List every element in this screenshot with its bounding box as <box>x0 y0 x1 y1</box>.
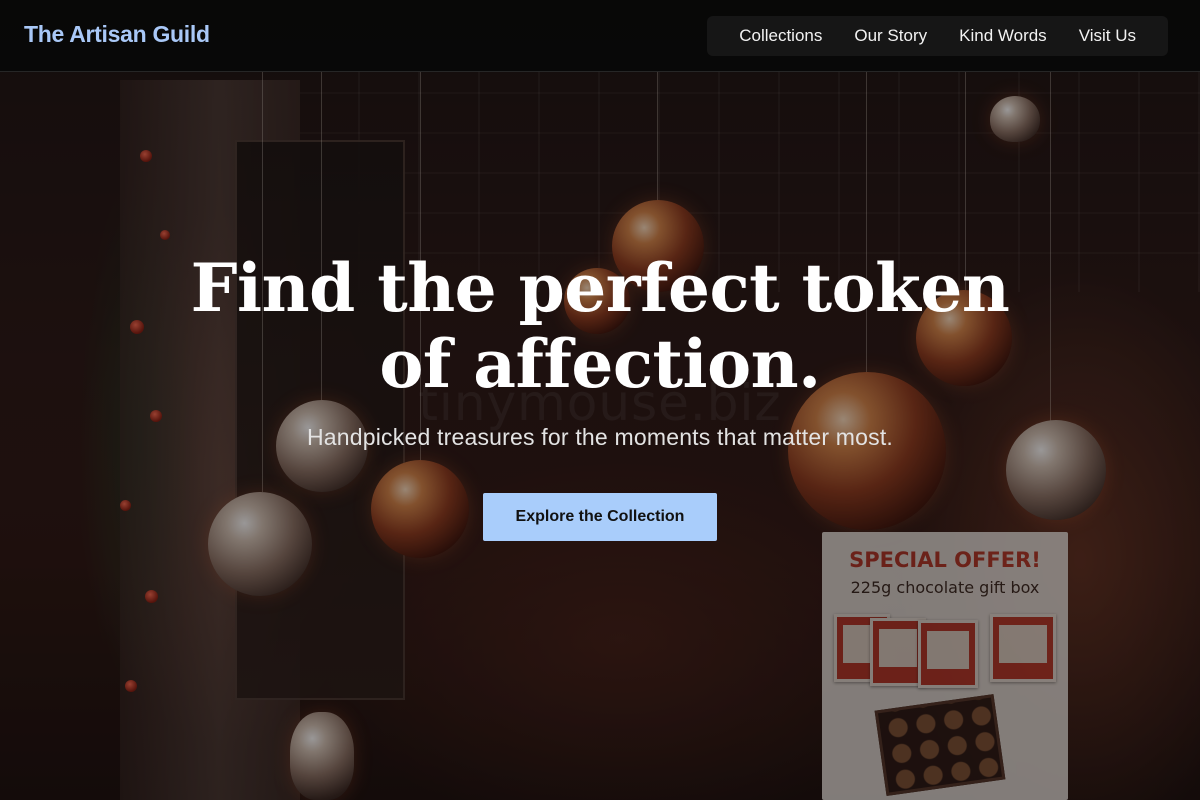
nav-link-our-story[interactable]: Our Story <box>838 16 943 56</box>
hero-section: Find the perfect token of affection. Han… <box>0 250 1200 541</box>
explore-collection-button[interactable]: Explore the Collection <box>483 493 717 541</box>
nav-link-kind-words[interactable]: Kind Words <box>943 16 1063 56</box>
nav-links: Collections Our Story Kind Words Visit U… <box>707 16 1168 56</box>
hero-subtitle: Handpicked treasures for the moments tha… <box>306 424 894 450</box>
nav-link-visit-us[interactable]: Visit Us <box>1063 16 1152 56</box>
hero-title: Find the perfect token of affection. <box>190 249 1010 403</box>
brand-logo[interactable]: The Artisan Guild <box>24 21 210 48</box>
nav-link-collections[interactable]: Collections <box>723 16 838 56</box>
navbar: The Artisan Guild Collections Our Story … <box>0 0 1200 72</box>
